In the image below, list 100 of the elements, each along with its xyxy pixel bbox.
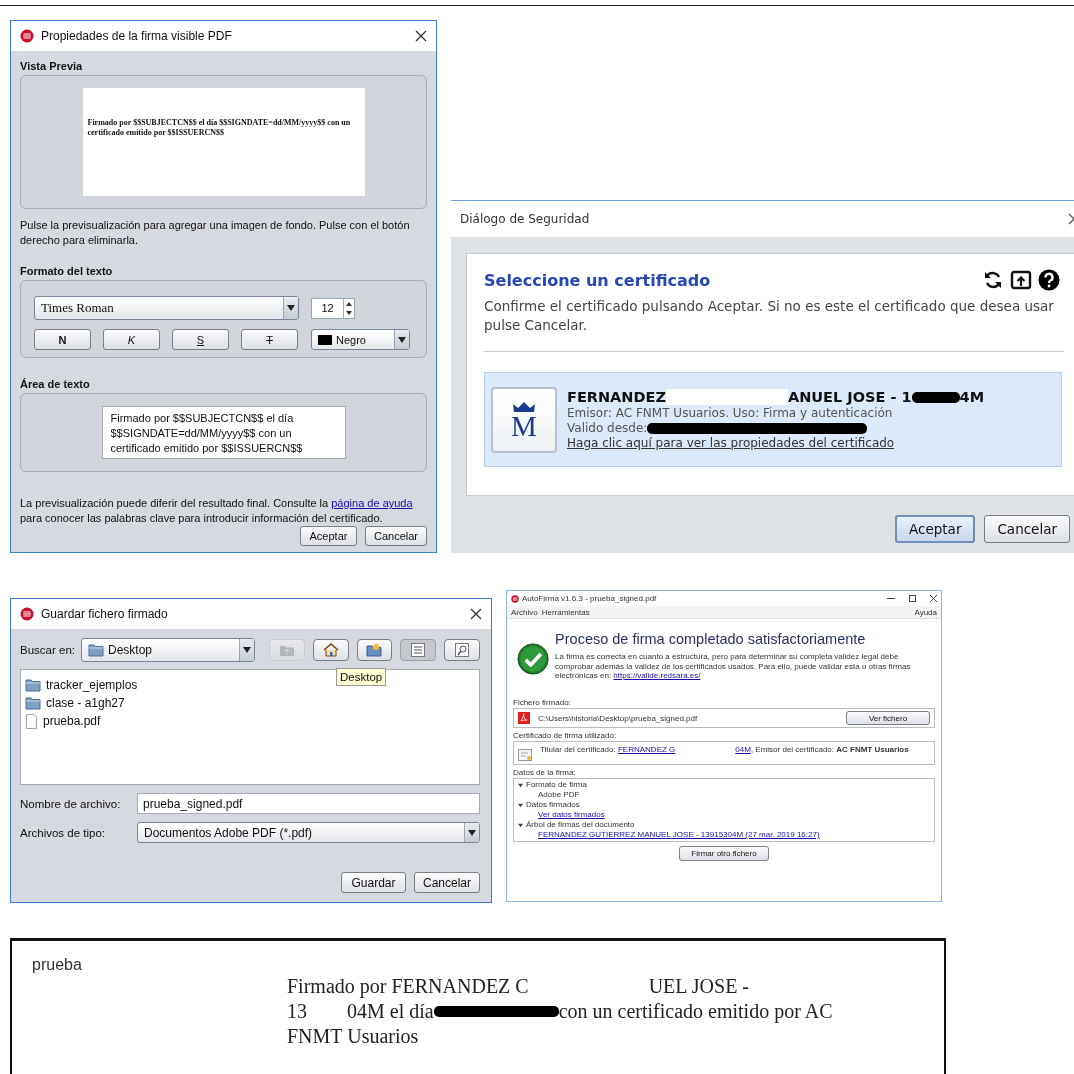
tree-link[interactable]: Ver datos firmados — [538, 810, 605, 820]
caret-icon — [468, 829, 476, 836]
expand-icon[interactable] — [518, 802, 523, 808]
expand-icon[interactable] — [518, 782, 523, 788]
note-text: La previsualización puede diferir del resultado final. Consulte la página de ayuda para conocer las palabras clave para introducir información del certificado. — [20, 496, 414, 526]
dialog-button[interactable]: Aceptar — [895, 515, 976, 543]
section-label: Datos de la firma: — [513, 768, 577, 777]
certificate-name: FERNANDEZ — [567, 389, 666, 405]
redaction-bar — [911, 391, 960, 403]
validation-link[interactable]: https://valide.redsara.es/ — [613, 671, 701, 680]
dialog-heading: Seleccione un certificado — [484, 270, 712, 290]
location-dropdown[interactable]: Desktop — [81, 638, 255, 662]
file-icon — [25, 713, 38, 729]
tree-item[interactable]: Árbol de firmas del documento — [526, 820, 635, 830]
refresh-icon[interactable] — [982, 269, 1004, 291]
export-icon[interactable] — [1010, 269, 1032, 291]
file-item[interactable]: tracker_ejemplos — [46, 678, 138, 692]
field-label: Buscar en: — [20, 644, 75, 656]
caret-icon — [243, 647, 251, 653]
tree-item[interactable]: Formato de firma — [526, 780, 587, 790]
toolbar-button[interactable] — [312, 639, 349, 661]
dialog-button[interactable]: Guardar — [340, 872, 406, 893]
certificate-item[interactable]: M FERNANDEZ ANUEL JOSE - 1 4M Emisor: AC FNMT Usuarios. Uso: Firma y autenticación Valido desde: Haga clic aquí para ver las propiedades del certificado — [484, 372, 1062, 467]
certificate-logo: M — [491, 387, 557, 453]
text-style-button[interactable]: S — [172, 329, 229, 350]
dialog-button[interactable]: Cancelar — [413, 872, 480, 893]
app-logo-icon — [20, 29, 34, 43]
signature-text: con un certificado emitido por AC — [558, 999, 833, 1024]
window-title: AutoFirma v1.6.3 - prueba_signed.pdf — [522, 594, 658, 603]
help-link[interactable]: página de ayuda — [331, 497, 413, 509]
pdf-file-icon — [518, 712, 530, 724]
spinner-arrows-icon[interactable] — [343, 298, 354, 318]
tree-item[interactable]: Datos firmados — [526, 800, 580, 810]
font-dropdown[interactable]: Times Roman — [34, 296, 299, 320]
dialog-message: Confirme el certificado pulsando Aceptar. Si no es este el certificado que desea usar pulse Cancelar. — [484, 297, 1055, 335]
close-icon[interactable] — [930, 595, 937, 602]
success-heading: Proceso de firma completado satisfactoriamente — [555, 631, 867, 647]
certificate-issuer: Emisor: AC FNMT Usuarios. Uso: Firma y autenticación — [567, 406, 894, 420]
section-label: Área de texto — [20, 378, 91, 390]
signature-text: UEL JOSE - — [648, 974, 750, 999]
certificate-link[interactable]: Haga clic aquí para ver las propiedades del certificado — [567, 436, 985, 450]
dialog-button[interactable]: Aceptar — [299, 526, 357, 546]
signature-text: 04M el día — [347, 999, 434, 1024]
section-label: Vista Previa — [20, 60, 84, 72]
home-icon — [322, 643, 339, 657]
menu-item[interactable]: Archivo — [511, 607, 538, 617]
toolbar-button[interactable] — [400, 639, 437, 661]
field-label: Archivos de tipo: — [20, 826, 106, 839]
certificate-name: ANUEL JOSE - 1 — [787, 389, 912, 405]
details-view-icon — [455, 643, 470, 657]
window-title: Diálogo de Seguridad — [460, 212, 591, 226]
caret-icon — [398, 336, 406, 343]
file-name-field[interactable]: prueba_signed.pdf — [137, 793, 480, 814]
new-folder-icon — [366, 643, 383, 657]
file-item[interactable]: prueba.pdf — [43, 714, 101, 728]
certificate-validity: Valido desde: — [567, 421, 648, 435]
dialog-button[interactable]: Cancelar — [364, 526, 427, 546]
close-icon[interactable] — [470, 608, 482, 620]
menu-item[interactable]: Herramientas — [541, 607, 590, 617]
signature-preview[interactable]: Firmado por $$SUBJECTCN$$ el día $$SIGNDATE=dd/MM/yyyy$$ con un certificado emitido por $$ISSUERCN$$ — [82, 88, 365, 196]
section-label: Formato del texto — [20, 265, 114, 277]
expand-icon[interactable] — [518, 822, 523, 828]
file-item[interactable]: clase - a1gh27 — [46, 696, 125, 710]
dialog-button[interactable]: Cancelar — [984, 515, 1070, 543]
document-title: prueba — [31, 955, 82, 974]
tree-link[interactable]: FERNANDEZ GUTIERREZ MANUEL JOSE - 13915304M (27 mar. 2019 16:27) — [538, 830, 820, 840]
maximize-icon[interactable] — [909, 595, 916, 602]
color-dropdown[interactable]: Negro — [311, 329, 410, 350]
file-path: C:\Users\historia\Desktop\prueba_signed.pdf — [538, 713, 698, 723]
window-title: Guardar fichero firmado — [41, 607, 169, 621]
tooltip: Desktop — [336, 668, 387, 686]
tree-item: Adobe PDF — [538, 790, 580, 800]
certificate-details: Titular del certificado: FERNANDEZ G 04M, Emisor del certificado: AC FNMT Usuarios — [540, 745, 909, 754]
sign-another-button[interactable]: Firmar otro fichero — [679, 846, 769, 861]
menu-item[interactable]: Ayuda — [914, 607, 937, 617]
success-message: La firma es correcta en cuanto a estructura, pero para determinar su completa validez legal debe comprobar además la validez de los certificados usados. Para ello, puede validar esta u otras firmas electrónicas en: https://valide.redsara.es/ — [555, 652, 912, 681]
text-style-button[interactable]: N — [34, 329, 91, 350]
close-icon[interactable] — [415, 30, 427, 42]
hint-text: Pulse la previsualización para agregar una imagen de fondo. Pulse con el botón derecho para eliminarla. — [20, 218, 411, 248]
certificate-holder-link[interactable]: 04M — [735, 745, 751, 754]
toolbar-button[interactable] — [356, 639, 393, 661]
file-type-dropdown[interactable]: Documentos Adobe PDF (*.pdf) — [137, 822, 480, 843]
toolbar-button[interactable] — [444, 639, 480, 661]
window-title: Propiedades de la firma visible PDF — [41, 29, 233, 43]
view-file-button[interactable]: Ver fichero — [846, 711, 930, 725]
signature-text: Firmado por FERNANDEZ C — [287, 974, 529, 999]
list-view-icon — [411, 643, 426, 657]
certificate-holder-link[interactable]: FERNANDEZ G — [617, 745, 676, 754]
caret-icon — [287, 305, 295, 311]
folder-up-icon — [278, 643, 295, 657]
size-spinner[interactable]: 12 — [311, 297, 355, 319]
field-label: Nombre de archivo: — [20, 797, 122, 810]
folder-icon — [88, 643, 104, 657]
help-icon[interactable] — [1038, 269, 1060, 291]
text-style-button[interactable]: T — [241, 329, 298, 350]
app-logo-icon — [20, 607, 34, 621]
text-style-button[interactable]: K — [103, 329, 160, 350]
signature-text-area[interactable]: Firmado por $$SUBJECTCN$$ el día $$SIGNDATE=dd/MM/yyyy$$ con un certificado emitido por $$ISSUERCN$$ — [101, 406, 346, 459]
folder-icon — [25, 696, 41, 710]
color-swatch — [318, 334, 332, 345]
